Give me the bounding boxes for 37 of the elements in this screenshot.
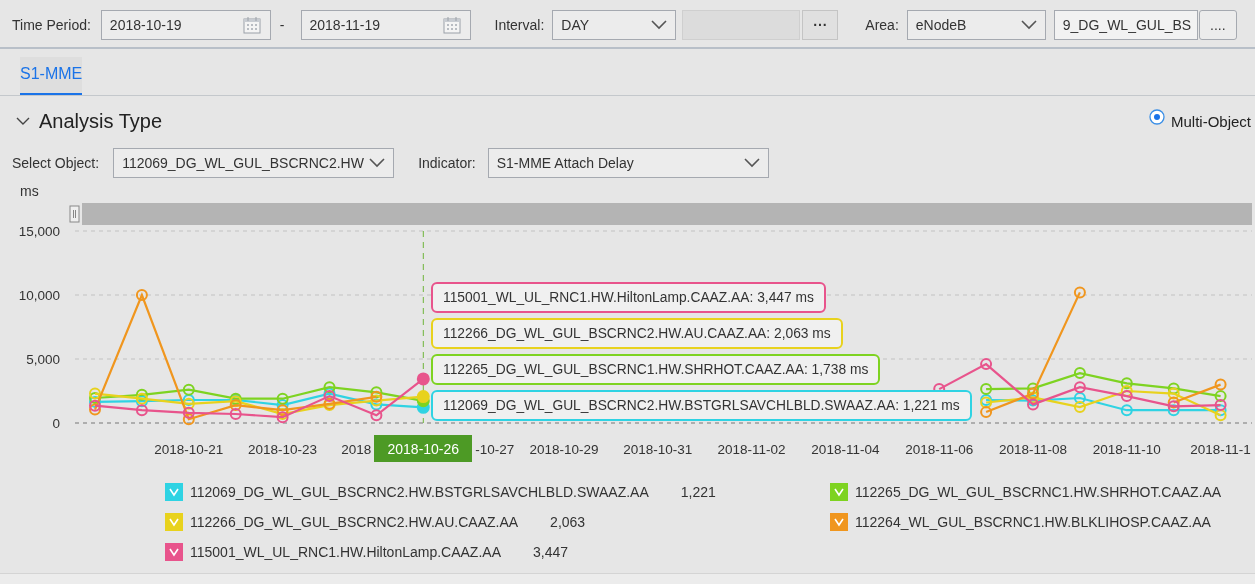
x-axis-label: 2018-10-23	[248, 442, 318, 457]
x-axis-label: 2018-10-31	[623, 442, 693, 457]
y-axis-label: 15,000	[18, 224, 60, 239]
legend-name: 112265_DG_WL_GUL_BSCRNC1.HW.SHRHOT.CAAZ.AA	[855, 484, 1222, 500]
x-axis-label: -10-27	[475, 442, 515, 457]
legend-name: 112069_DG_WL_GUL_BSCRNC2.HW.BSTGRLSAVCHLBLD.SWAAZ.AA	[190, 484, 649, 500]
x-axis-label: 2018-11-10	[1092, 442, 1161, 457]
x-axis-label: 2018-10-21	[154, 442, 224, 457]
tooltip: 112266_DG_WL_GUL_BSCRNC2.HW.AU.CAAZ.AA: 2,063 ms	[431, 318, 843, 349]
legend-name: 115001_WL_UL_RNC1.HW.HiltonLamp.CAAZ.AA	[190, 544, 501, 560]
legend-value: 2,063	[550, 514, 586, 530]
x-axis-label: 2018	[341, 442, 372, 457]
x-axis-label: 2018-11-04	[811, 442, 880, 457]
legend-value: 1,221	[680, 484, 716, 500]
tooltip: 112265_DG_WL_GUL_BSCRNC1.HW.SHRHOT.CAAZ.AA: 1,738 ms	[431, 354, 881, 385]
interval-label: Interval:	[494, 17, 545, 33]
y-axis-label: 0	[52, 416, 60, 431]
x-axis-label: 2018-11-02	[717, 442, 786, 457]
legend-name: 112264_WL_GUL_BSCRNC1.HW.BLKLIHOSP.CAAZ.AA	[855, 514, 1211, 530]
tooltip: 112069_DG_WL_GUL_BSCRNC2.HW.BSTGRLSAVCHLBLD.SWAAZ.AA: 1,221 ms	[431, 390, 972, 421]
date-separator: -	[279, 17, 285, 33]
area-label: Area:	[865, 17, 899, 33]
x-axis-label: 2018-11-06	[905, 442, 974, 457]
time-period-label: Time Period:	[12, 17, 91, 33]
crosshair-date-label: 2018-10-26	[374, 435, 473, 462]
select-object-label: Select Object:	[12, 155, 100, 171]
x-axis-label: 2018-11-08	[998, 442, 1068, 457]
legend-name: 112266_DG_WL_GUL_BSCRNC2.HW.AU.CAAZ.AA	[190, 514, 519, 530]
x-axis-label: 2018-10-29	[529, 442, 599, 457]
section-title: Analysis Type	[39, 109, 163, 133]
tooltip: 115001_WL_UL_RNC1.HW.HiltonLamp.CAAZ.AA: 3,447 ms	[431, 282, 826, 313]
y-axis-label: 5,000	[26, 352, 60, 367]
legend-value: 3,447	[533, 544, 569, 560]
indicator-label: Indicator:	[418, 155, 476, 171]
axis-unit-label: ms	[20, 183, 39, 199]
y-axis-label: 10,000	[18, 288, 60, 303]
x-axis-label: 2018-11-1	[1190, 442, 1251, 457]
